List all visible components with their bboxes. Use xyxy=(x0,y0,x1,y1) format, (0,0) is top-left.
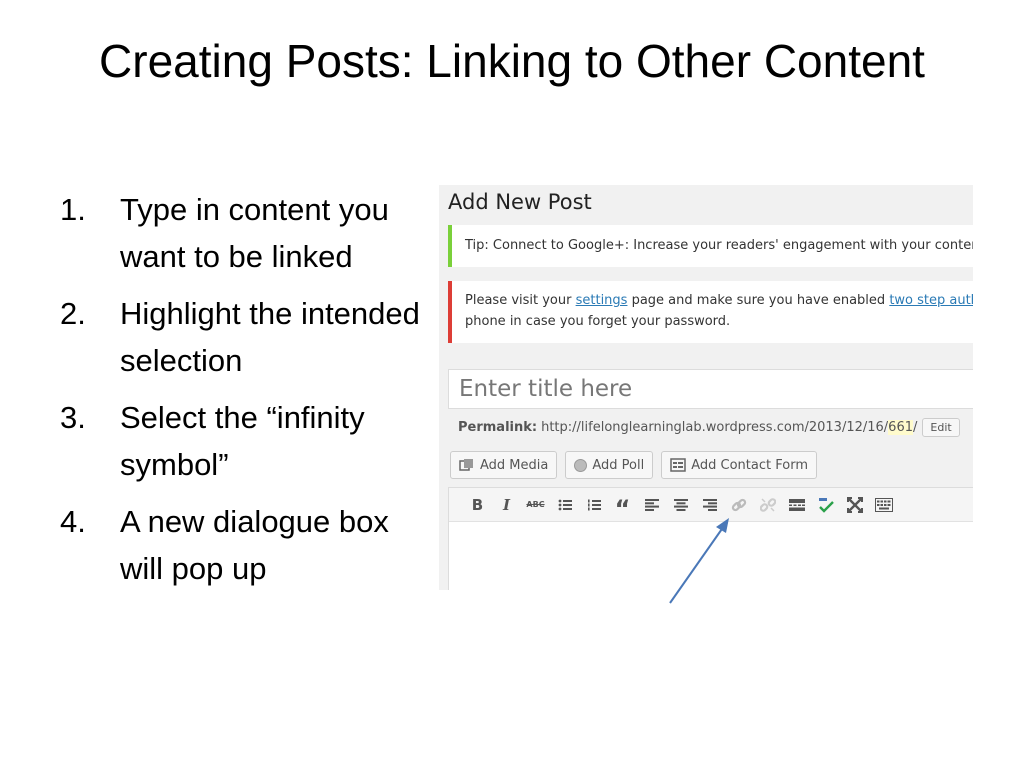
fullscreen-icon xyxy=(846,496,863,513)
permalink-label: Permalink: xyxy=(458,419,538,435)
link-icon xyxy=(731,498,746,511)
post-editor[interactable]: B I ABC “ xyxy=(448,487,973,590)
bullet-list-icon xyxy=(558,499,572,510)
add-poll-label: Add Poll xyxy=(592,457,645,473)
add-new-post-heading: Add New Post xyxy=(448,190,592,214)
step-number: 2. xyxy=(60,296,86,331)
media-buttons-row: Add Media Add Poll Add Contact Form xyxy=(450,451,817,479)
step-text: Highlight the intended selection xyxy=(120,296,420,378)
align-center-button[interactable] xyxy=(666,494,695,516)
permalink-edit-button[interactable]: Edit xyxy=(922,417,960,437)
unlink-icon xyxy=(759,497,776,512)
align-left-button[interactable] xyxy=(637,494,666,516)
align-center-icon xyxy=(673,498,688,511)
keyboard-icon xyxy=(874,497,893,512)
fullscreen-button[interactable] xyxy=(840,494,869,516)
step-number: 3. xyxy=(60,400,86,435)
insert-link-button[interactable] xyxy=(724,494,753,516)
post-title-input[interactable]: Enter title here xyxy=(448,369,973,409)
contact-form-icon xyxy=(670,458,686,472)
numbered-list-icon xyxy=(587,499,601,510)
permalink-row: Permalink: http://lifelonglearninglab.wo… xyxy=(458,415,960,439)
security-warning-notice: Please visit your settings page and make… xyxy=(448,281,973,343)
settings-link[interactable]: settings xyxy=(576,293,628,308)
align-right-icon xyxy=(702,498,717,511)
warning-text: Please visit your xyxy=(465,293,576,308)
step-text: A new dialogue box will pop up xyxy=(120,504,389,586)
wordpress-screenshot: Add New Post Tip: Connect to Google+: In… xyxy=(439,185,973,590)
step-item: 2. Highlight the intended selection xyxy=(60,290,430,384)
italic-button[interactable]: I xyxy=(492,494,521,516)
warning-line-1: Please visit your settings page and make… xyxy=(465,290,973,311)
permalink-trail: / xyxy=(913,419,918,435)
add-contact-form-label: Add Contact Form xyxy=(691,457,808,473)
unlink-button[interactable] xyxy=(753,494,782,516)
insert-more-button[interactable] xyxy=(782,494,811,516)
steps-list: 1. Type in content you want to be linked… xyxy=(60,186,430,602)
add-poll-button[interactable]: Add Poll xyxy=(565,451,654,479)
numbered-list-button[interactable] xyxy=(579,494,608,516)
proofread-button[interactable] xyxy=(811,494,840,516)
google-plus-tip-notice: Tip: Connect to Google+: Increase your r… xyxy=(448,225,973,267)
step-item: 4. A new dialogue box will pop up xyxy=(60,498,430,592)
more-tag-icon xyxy=(788,498,805,511)
bullet-list-button[interactable] xyxy=(550,494,579,516)
add-media-label: Add Media xyxy=(480,457,549,473)
step-number: 1. xyxy=(60,192,86,227)
bold-button[interactable]: B xyxy=(463,494,492,516)
warning-line-2: phone in case you forget your password. xyxy=(465,314,731,329)
strikethrough-button[interactable]: ABC xyxy=(521,494,550,516)
warning-text: page and make sure you have enabled xyxy=(627,293,890,308)
step-text: Select the “infinity symbol” xyxy=(120,400,365,482)
step-number: 4. xyxy=(60,504,86,539)
add-media-button[interactable]: Add Media xyxy=(450,451,558,479)
poll-icon xyxy=(574,458,588,472)
permalink-slug[interactable]: 661 xyxy=(888,419,913,435)
step-item: 3. Select the “infinity symbol” xyxy=(60,394,430,488)
slide-title: Creating Posts: Linking to Other Content xyxy=(99,35,925,87)
spellcheck-icon xyxy=(818,497,834,513)
permalink-url: http://lifelonglearninglab.wordpress.com… xyxy=(541,419,889,435)
media-icon xyxy=(459,458,475,472)
step-item: 1. Type in content you want to be linked xyxy=(60,186,430,280)
align-left-icon xyxy=(644,498,659,511)
editor-toolbar: B I ABC “ xyxy=(449,488,973,522)
blockquote-button[interactable]: “ xyxy=(608,490,637,521)
toolbar-toggle-button[interactable] xyxy=(869,494,898,516)
two-step-auth-link[interactable]: two step auther xyxy=(889,293,973,308)
add-contact-form-button[interactable]: Add Contact Form xyxy=(661,451,817,479)
align-right-button[interactable] xyxy=(695,494,724,516)
step-text: Type in content you want to be linked xyxy=(120,192,389,274)
